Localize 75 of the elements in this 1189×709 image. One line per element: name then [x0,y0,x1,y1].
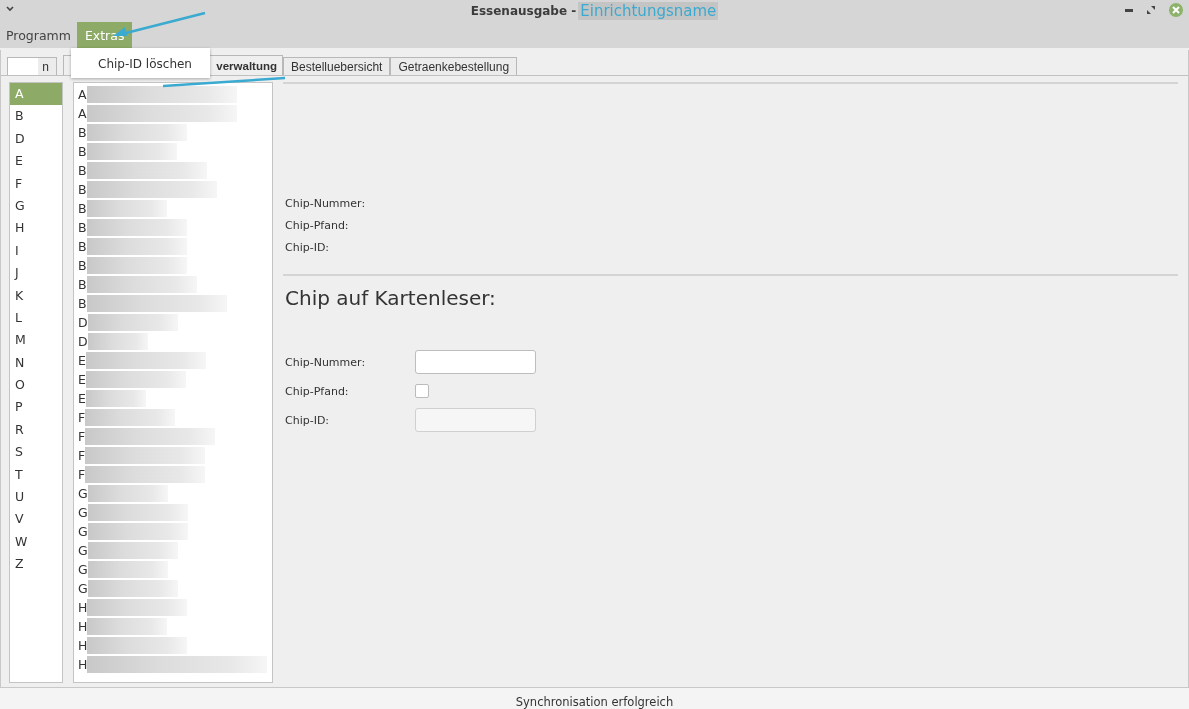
list-item[interactable]: B [78,163,87,178]
list-item[interactable]: F [78,410,86,425]
list-item[interactable]: A [78,87,87,102]
list-item[interactable]: G [78,505,88,520]
menu-item[interactable]: Programm [0,22,77,48]
list-item[interactable]: G [78,543,88,558]
letter-item[interactable]: O [10,374,62,397]
field-label: Chip-Nummer: [285,197,367,210]
window-title: Essenausgabe - [470,4,577,18]
list-item[interactable]: B [78,125,87,140]
letter-item[interactable]: S [10,441,62,464]
maximize-icon[interactable] [1147,6,1155,14]
tab[interactable]: Getraenkebestellung [390,57,518,75]
letter-item[interactable]: N [10,351,62,375]
tab[interactable]: Bestelluebersicht [283,57,391,75]
close-button[interactable] [1169,3,1183,17]
list-item[interactable]: G [78,562,88,577]
minimize-icon[interactable] [1125,8,1133,12]
letter-item[interactable]: H [10,217,62,240]
list-item[interactable]: G [78,486,88,501]
letter-item[interactable]: E [10,150,62,173]
list-item[interactable]: B [78,277,87,292]
letter-item[interactable]: G [10,194,62,218]
list-item[interactable]: H [78,600,88,615]
list-item[interactable]: A [78,106,87,121]
section-heading: Chip auf Kartenleser: [285,286,497,310]
field-label: Chip-Nummer: [285,355,367,369]
letter-item[interactable]: K [10,284,62,307]
pixelated-redaction [85,390,146,407]
letter-item[interactable]: B [10,105,62,128]
letter-item[interactable]: T [10,463,62,487]
letter-item[interactable]: L [10,306,62,330]
menu-item[interactable]: Chip-ID löschen [71,48,210,78]
list-item[interactable]: G [78,524,88,539]
letter-item[interactable]: F [10,172,62,195]
field-label: Chip-ID: [285,241,331,254]
letter-item[interactable]: R [10,418,62,442]
letter-item[interactable]: J [10,262,62,285]
letter-item[interactable]: I [10,239,62,263]
input-field[interactable] [415,350,536,374]
list-item[interactable]: H [78,657,88,672]
annotation-label: Einrichtungsname [578,2,719,20]
list-item[interactable]: G [78,581,88,596]
letter-item[interactable]: M [10,329,62,352]
chevron-icon[interactable] [5,5,15,13]
list-item[interactable]: D [78,315,88,330]
list-item[interactable]: D [78,334,88,349]
list-item[interactable]: B [78,182,87,197]
list-item[interactable]: H [78,619,88,634]
list-item[interactable]: B [78,220,87,235]
list-item[interactable]: E [78,391,86,406]
pixelated-redaction [87,333,148,350]
letter-item[interactable]: Z [10,553,62,576]
field-label: Chip-Pfand: [285,384,350,398]
letter-item[interactable]: D [10,127,62,151]
list-item[interactable]: B [78,258,87,273]
list-item[interactable]: B [78,144,87,159]
list-item[interactable]: F [78,467,86,482]
letter-item[interactable]: V [10,508,62,531]
list-item[interactable]: H [78,638,88,653]
letter-item[interactable]: P [10,396,62,419]
list-item[interactable]: B [78,296,87,311]
list-item[interactable]: E [78,372,86,387]
status-text: Synchronisation erfolgreich [515,695,674,709]
list-item[interactable]: B [78,201,87,216]
list-item[interactable]: E [78,353,86,368]
list-item[interactable]: B [78,239,87,254]
letter-item[interactable]: W [10,530,62,554]
letter-item[interactable]: U [10,486,62,509]
list-item[interactable]: F [78,448,86,463]
field-label: Chip-Pfand: [285,219,350,232]
list-item[interactable]: F [78,429,86,444]
field-label: Chip-ID: [285,413,331,427]
checkbox[interactable] [415,384,429,398]
tab[interactable]: n [7,57,57,75]
